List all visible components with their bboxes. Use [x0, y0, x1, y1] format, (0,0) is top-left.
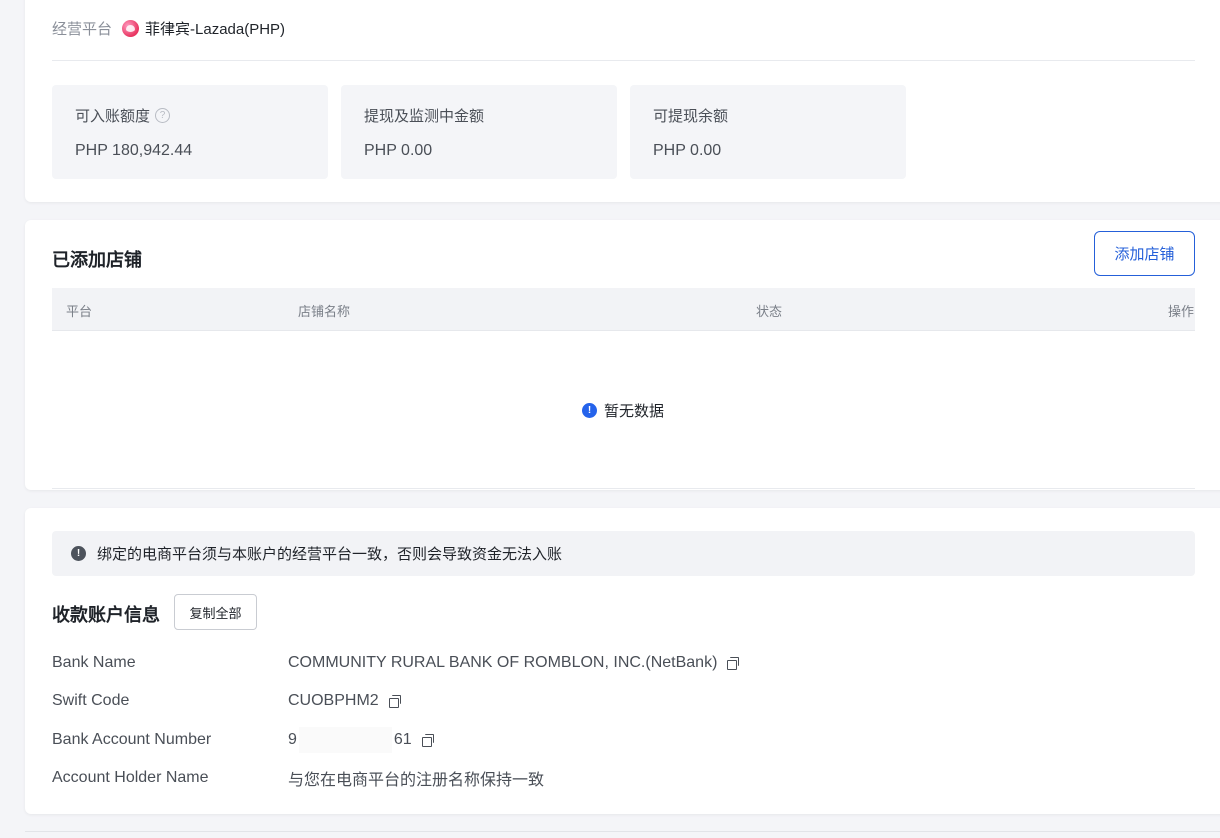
column-platform: 平台: [66, 304, 93, 319]
info-key: Bank Account Number: [52, 731, 212, 748]
stat-label: 提现及监测中金额: [364, 108, 485, 125]
account-number-end: 61: [393, 731, 412, 748]
column-status: 状态: [756, 304, 783, 319]
copy-icon[interactable]: [727, 656, 740, 670]
info-icon: !: [582, 403, 597, 418]
account-card: ! 绑定的电商平台须与本账户的经营平台一致，否则会导致资金无法入账 收款账户信息…: [25, 508, 1220, 814]
stat-value: PHP 0.00: [653, 142, 722, 159]
help-icon[interactable]: ?: [155, 108, 171, 123]
copy-icon[interactable]: [388, 694, 402, 708]
add-store-button[interactable]: 添加店铺: [1094, 231, 1195, 276]
stat-value: PHP 0.00: [364, 142, 433, 159]
stores-card: 已添加店铺 添加店铺 平台 店铺名称 状态 操作 ! 暂无数据: [25, 220, 1220, 490]
notice-text: 绑定的电商平台须与本账户的经营平台一致，否则会导致资金无法入账: [97, 546, 563, 563]
bank-name-value: COMMUNITY RURAL BANK OF ROMBLON, INC.(Ne…: [288, 654, 718, 671]
platform-name: 菲律宾-Lazada(PHP): [145, 20, 286, 38]
stat-credit-limit: 可入账额度 ? PHP 180,942.44: [52, 85, 328, 179]
empty-state: ! 暂无数据: [582, 400, 664, 421]
info-row-holder-name: Account Holder Name 与您在电商平台的注册名称保持一致: [52, 767, 544, 789]
info-key: Bank Name: [52, 654, 136, 671]
column-actions: 操作: [1167, 304, 1194, 319]
holder-name-value: 与您在电商平台的注册名称保持一致: [288, 772, 545, 789]
column-store-name: 店铺名称: [298, 304, 351, 319]
empty-text: 暂无数据: [604, 403, 665, 420]
stores-table-header: 平台 店铺名称 状态 操作: [52, 288, 1195, 331]
copy-all-button[interactable]: 复制全部: [174, 594, 257, 630]
info-row-account-number: Bank Account Number 9 61: [52, 727, 435, 753]
stat-withdrawing: 提现及监测中金额 PHP 0.00: [341, 85, 617, 179]
lazada-logo-icon: [122, 19, 140, 37]
stat-label: 可提现余额: [653, 108, 729, 125]
info-key: Swift Code: [52, 692, 130, 709]
account-title: 收款账户信息: [52, 605, 160, 625]
account-number-start: 9: [288, 731, 297, 748]
warning-icon: !: [71, 546, 86, 561]
bottom-divider: [25, 831, 1220, 832]
stat-available: 可提现余额 PHP 0.00: [630, 85, 906, 179]
redacted-block: [298, 727, 392, 753]
info-key: Account Holder Name: [52, 769, 209, 786]
platform-label: 经营平台: [52, 20, 113, 38]
info-row-bank-name: Bank Name COMMUNITY RURAL BANK OF ROMBLO…: [52, 652, 740, 674]
stores-title: 已添加店铺: [52, 250, 142, 270]
info-row-swift-code: Swift Code CUOBPHM2: [52, 690, 402, 712]
platform-row: 经营平台 菲律宾-Lazada(PHP): [52, 16, 285, 40]
divider: [52, 60, 1195, 61]
notice-banner: ! 绑定的电商平台须与本账户的经营平台一致，否则会导致资金无法入账: [52, 531, 1195, 576]
stat-value: PHP 180,942.44: [75, 142, 193, 159]
balance-card: 经营平台 菲律宾-Lazada(PHP) 可入账额度 ? PHP 180,942…: [25, 0, 1220, 202]
swift-code-value: CUOBPHM2: [288, 692, 379, 709]
copy-icon[interactable]: [421, 733, 435, 747]
table-bottom-border: [52, 488, 1195, 489]
stat-label: 可入账额度: [75, 108, 151, 125]
